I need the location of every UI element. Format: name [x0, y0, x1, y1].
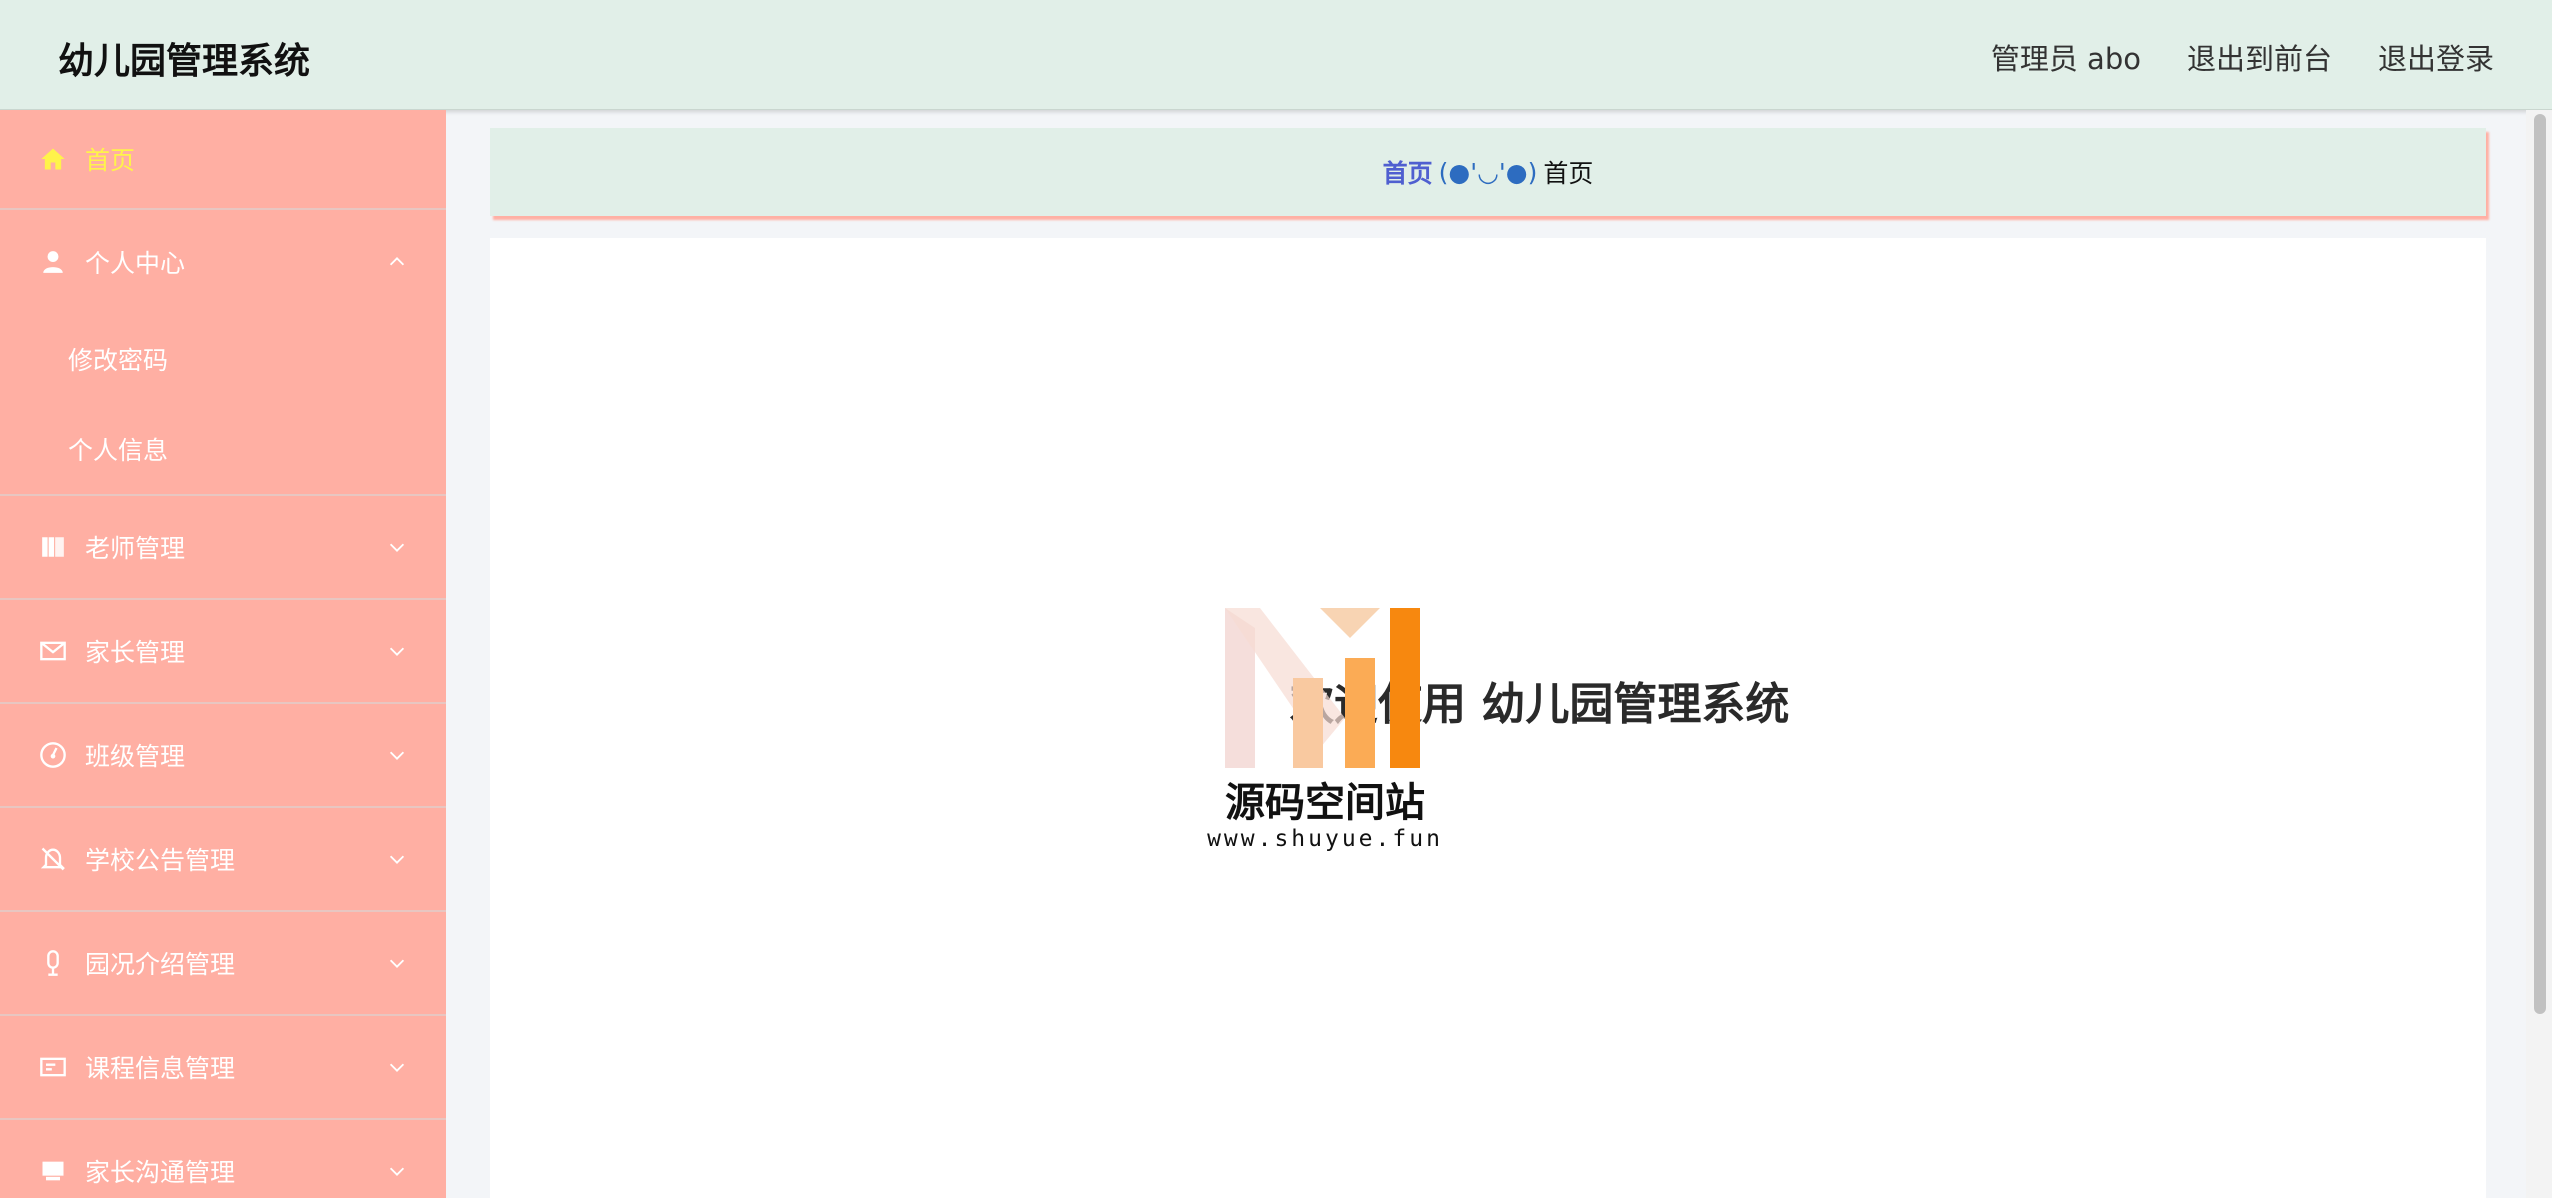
- bell-off-icon: [38, 844, 68, 874]
- sidebar-item-label: 园况介绍管理: [85, 950, 236, 979]
- sidebar-item-parent-communication-management[interactable]: 家长沟通管理: [0, 1120, 446, 1198]
- sidebar-item-label: 老师管理: [85, 534, 186, 563]
- scrollbar-thumb[interactable]: [2534, 114, 2546, 1014]
- chevron-down-icon: [389, 1167, 405, 1176]
- mail-icon: [38, 636, 68, 666]
- logout-link[interactable]: 退出登录: [2378, 36, 2494, 78]
- sidebar-subitem-change-password[interactable]: 修改密码: [0, 314, 446, 404]
- sidebar-subitem-personal-info[interactable]: 个人信息: [0, 404, 446, 494]
- sidebar-item-parent-management[interactable]: 家长管理: [0, 600, 446, 704]
- sidebar-item-label: 家长管理: [85, 638, 186, 667]
- watermark-logo-icon: [1225, 608, 1420, 768]
- microphone-icon: [38, 948, 68, 978]
- sidebar-item-kindergarten-intro-management[interactable]: 园况介绍管理: [0, 912, 446, 1016]
- sidebar-item-label: 班级管理: [85, 742, 186, 771]
- sidebar-item-school-notice-management[interactable]: 学校公告管理: [0, 808, 446, 912]
- watermark-logo: 源码空间站 www.shuyue.fun: [1205, 568, 1445, 908]
- vertical-scrollbar[interactable]: [2526, 110, 2552, 1198]
- header-actions: 管理员 abo 退出到前台 退出登录: [1991, 36, 2494, 78]
- sidebar: 首页 个人中心 修改密码 个人信息 老师管理 家长管理 班级管理 学校公告管理 …: [0, 110, 446, 1198]
- id-card-icon: [38, 1052, 68, 1082]
- sidebar-item-teacher-management[interactable]: 老师管理: [0, 496, 446, 600]
- personal-center-submenu: 修改密码 个人信息: [0, 314, 446, 496]
- main-content: 首页 (●'◡'●) 首页 欢迎使用 幼儿园管理系统 源码空间站 www.shu…: [446, 110, 2526, 1198]
- home-icon: [38, 144, 68, 174]
- chevron-down-icon: [389, 647, 405, 656]
- sidebar-item-label: 个人中心: [85, 249, 186, 278]
- watermark-url: www.shuyue.fun: [1207, 826, 1443, 852]
- sidebar-item-home[interactable]: 首页: [0, 110, 446, 210]
- current-user-label: 管理员 abo: [1990, 42, 2141, 76]
- sidebar-item-class-management[interactable]: 班级管理: [0, 704, 446, 808]
- chevron-down-icon: [389, 751, 405, 760]
- chevron-down-icon: [389, 855, 405, 864]
- sidebar-item-label: 学校公告管理: [85, 846, 236, 875]
- monitor-icon: [38, 1156, 68, 1186]
- sidebar-item-label: 首页: [85, 146, 136, 175]
- sidebar-item-label: 家长沟通管理: [85, 1158, 236, 1187]
- dashboard-card: 欢迎使用 幼儿园管理系统 源码空间站 www.shuyue.fun: [490, 238, 2486, 1198]
- chevron-down-icon: [389, 543, 405, 552]
- book-icon: [38, 532, 68, 562]
- sidebar-item-course-info-management[interactable]: 课程信息管理: [0, 1016, 446, 1120]
- user-icon: [38, 247, 68, 277]
- chevron-up-icon: [389, 257, 405, 266]
- top-header: 幼儿园管理系统 管理员 abo 退出到前台 退出登录: [0, 0, 2552, 110]
- breadcrumb-home-link[interactable]: 首页: [1383, 154, 1433, 190]
- sidebar-item-personal-center[interactable]: 个人中心: [0, 210, 446, 314]
- breadcrumb: 首页 (●'◡'●) 首页: [490, 128, 2486, 216]
- breadcrumb-current: 首页: [1543, 159, 1594, 188]
- chevron-down-icon: [389, 1063, 405, 1072]
- gauge-icon: [38, 740, 68, 770]
- breadcrumb-separator: (●'◡'●): [1438, 157, 1538, 187]
- app-title: 幼儿园管理系统: [58, 41, 311, 82]
- sidebar-item-label: 课程信息管理: [85, 1054, 236, 1083]
- back-to-frontend-link[interactable]: 退出到前台: [2187, 36, 2332, 78]
- watermark-text: 源码空间站: [1225, 780, 1425, 826]
- chevron-down-icon: [389, 959, 405, 968]
